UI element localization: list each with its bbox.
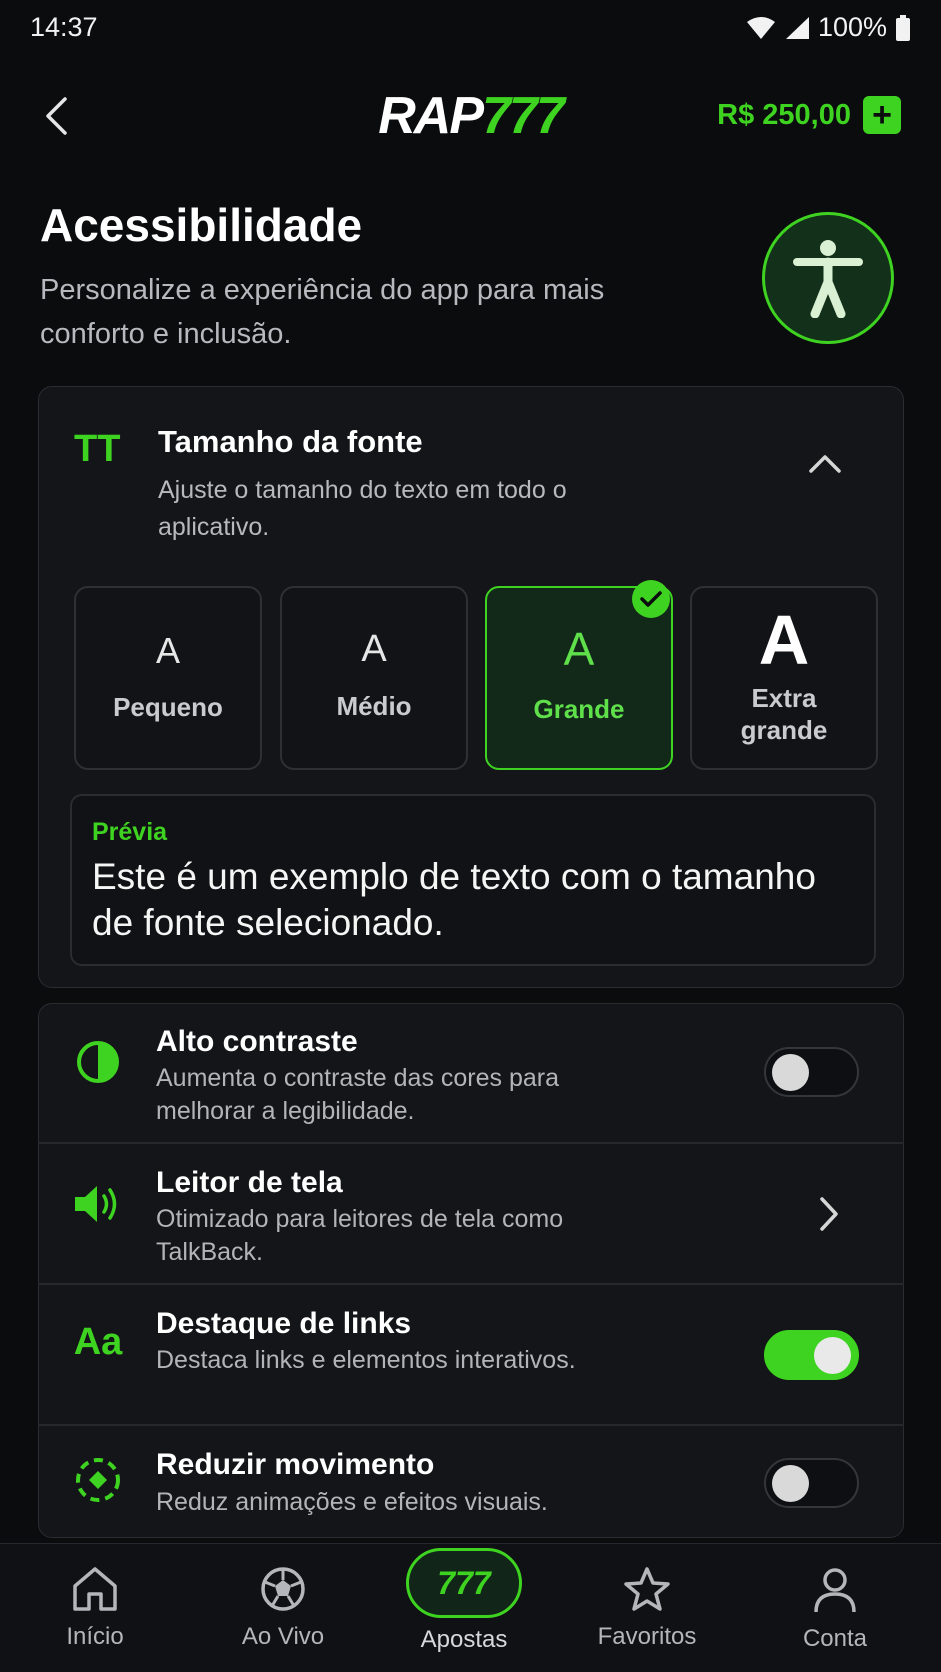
nav-item-live[interactable]: Ao Vivo xyxy=(203,1566,363,1651)
font-option-glyph: A xyxy=(155,630,180,671)
status-icons: 100% xyxy=(746,12,911,43)
font-option-small[interactable]: A Pequeno xyxy=(74,586,262,770)
check-icon xyxy=(640,591,662,607)
font-option-label: Extra grande xyxy=(740,683,828,745)
speaker-icon xyxy=(70,1180,126,1228)
page-title: Acessibilidade xyxy=(40,199,363,251)
nav-item-home[interactable]: Início xyxy=(15,1566,175,1651)
contrast-icon xyxy=(70,1038,126,1086)
setting-title: Destaque de links xyxy=(156,1307,412,1340)
nav-item-bets-button[interactable]: 777 xyxy=(406,1548,522,1618)
font-option-glyph: A xyxy=(563,623,595,675)
setting-title: Alto contraste xyxy=(156,1025,358,1058)
setting-subtitle: Destaca links e elementos interativos. xyxy=(156,1346,576,1374)
balance-amount: R$ 250,00 xyxy=(717,98,851,131)
page-subtitle: Personalize a experiência do app para ma… xyxy=(40,274,605,350)
toggle-knob xyxy=(772,1054,809,1091)
add-funds-button[interactable]: + xyxy=(863,96,901,134)
link-highlight-toggle[interactable] xyxy=(764,1330,859,1380)
setting-title: Leitor de tela xyxy=(156,1166,343,1199)
chevron-right-icon[interactable] xyxy=(818,1196,840,1237)
setting-title: Reduzir movimento xyxy=(156,1448,435,1481)
collapse-chevron-button[interactable] xyxy=(808,452,842,479)
high-contrast-toggle[interactable] xyxy=(764,1047,859,1097)
preview-label: Prévia xyxy=(92,818,168,846)
chevron-up-icon xyxy=(809,455,841,473)
nav-label: Início xyxy=(66,1623,124,1650)
font-option-label: Médio xyxy=(336,691,412,721)
text-aa-icon: Aa xyxy=(73,1320,123,1363)
nav-label: Ao Vivo xyxy=(241,1623,325,1650)
motion-icon xyxy=(70,1456,126,1504)
selected-check-badge xyxy=(632,580,670,618)
preview-text: Este é um exemplo de texto com o tamanho… xyxy=(92,856,816,943)
nav-item-account[interactable]: Conta xyxy=(755,1566,915,1653)
nav-label: Favoritos xyxy=(597,1623,697,1650)
font-option-glyph: A xyxy=(361,628,387,670)
wifi-icon xyxy=(746,16,775,39)
nav-item-favorites[interactable]: Favoritos xyxy=(567,1566,727,1651)
battery-percent: 100% xyxy=(817,12,887,42)
toggle-knob xyxy=(814,1337,851,1374)
logo-text-white: RAP xyxy=(378,87,484,145)
user-icon xyxy=(814,1568,856,1613)
font-size-subtitle: Ajuste o tamanho do texto em todo o apli… xyxy=(158,476,567,541)
logo-text-green: 777 xyxy=(482,87,565,145)
battery-icon xyxy=(896,14,910,41)
status-time: 14:37 xyxy=(30,12,98,42)
setting-subtitle: Reduz animações e efeitos visuais. xyxy=(156,1488,548,1516)
setting-subtitle: Aumenta o contraste das cores para melho… xyxy=(156,1064,560,1125)
font-option-label: Pequeno xyxy=(113,692,223,722)
balance-area[interactable]: R$ 250,00 + xyxy=(717,96,901,134)
star-icon xyxy=(624,1567,670,1611)
font-option-label: Grande xyxy=(533,694,625,724)
soccer-ball-icon xyxy=(261,1567,305,1611)
reduce-motion-toggle[interactable] xyxy=(764,1458,859,1508)
font-option-glyph: A xyxy=(758,601,810,679)
toggle-knob xyxy=(772,1465,809,1502)
text-size-icon: TT xyxy=(74,428,121,470)
accessibility-badge xyxy=(762,212,894,344)
setting-subtitle: Otimizado para leitores de tela como Tal… xyxy=(156,1205,564,1266)
nav-label-bets[interactable]: Apostas xyxy=(384,1626,544,1654)
font-option-extra-large[interactable]: A Extra grande xyxy=(690,586,878,770)
font-size-title: Tamanho da fonte xyxy=(158,424,423,459)
signal-icon xyxy=(785,16,809,39)
nav-label: Conta xyxy=(802,1625,868,1652)
font-option-medium[interactable]: A Médio xyxy=(280,586,468,770)
home-icon xyxy=(73,1567,117,1611)
accessibility-person-icon xyxy=(793,240,863,318)
